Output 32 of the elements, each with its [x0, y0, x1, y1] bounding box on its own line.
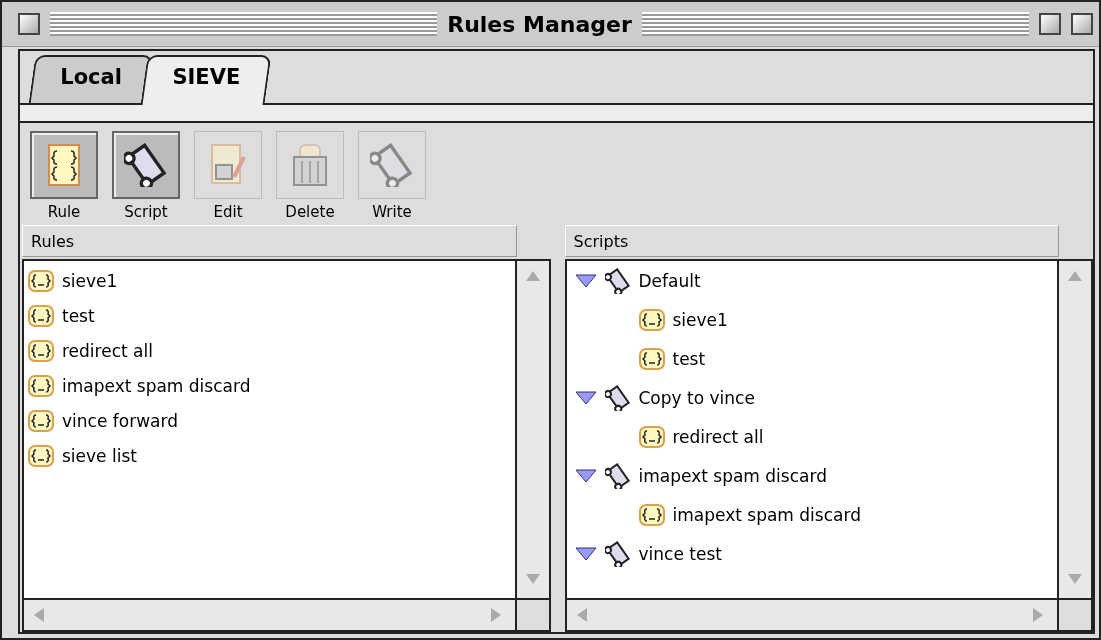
- rule-document-icon: [47, 143, 81, 187]
- disclosure-triangle-icon[interactable]: [574, 546, 597, 562]
- column-header[interactable]: Scripts: [564, 225, 1059, 257]
- rule-item[interactable]: vince forward: [62, 411, 178, 431]
- rule-item[interactable]: sieve1: [62, 271, 118, 291]
- rule-item[interactable]: imapext spam discard: [62, 376, 251, 396]
- rule-item[interactable]: test: [672, 349, 706, 369]
- window-title: Rules Manager: [447, 11, 632, 37]
- edit-document-icon: [208, 143, 248, 187]
- tab[interactable]: SIEVE: [140, 55, 272, 105]
- script-item[interactable]: Copy to vince: [638, 388, 755, 408]
- disclosure-triangle-icon[interactable]: [574, 273, 597, 289]
- script-item[interactable]: imapext spam discard: [638, 466, 827, 486]
- vertical-scrollbar[interactable]: [1059, 261, 1091, 600]
- vertical-scrollbar[interactable]: [516, 261, 549, 600]
- rule-item[interactable]: test: [62, 306, 95, 326]
- zoom-box[interactable]: [1039, 13, 1061, 35]
- rule-item[interactable]: redirect all: [672, 427, 764, 447]
- disclosure-triangle-icon[interactable]: [574, 390, 597, 406]
- column-header[interactable]: Rules: [22, 225, 517, 257]
- rule-item[interactable]: sieve list: [62, 446, 137, 466]
- rule-item[interactable]: sieve1: [672, 310, 728, 330]
- rule-item[interactable]: imapext spam discard: [672, 505, 861, 525]
- disclosure-triangle-icon[interactable]: [574, 468, 597, 484]
- rule-item[interactable]: redirect all: [62, 341, 153, 361]
- close-box[interactable]: [18, 13, 40, 35]
- horizontal-scrollbar[interactable]: [24, 600, 517, 630]
- collapse-box[interactable]: [1071, 13, 1093, 35]
- horizontal-scrollbar[interactable]: [566, 600, 1059, 630]
- trash-can-icon: [290, 143, 330, 187]
- script-item[interactable]: vince test: [638, 544, 722, 564]
- script-item[interactable]: Default: [638, 271, 701, 291]
